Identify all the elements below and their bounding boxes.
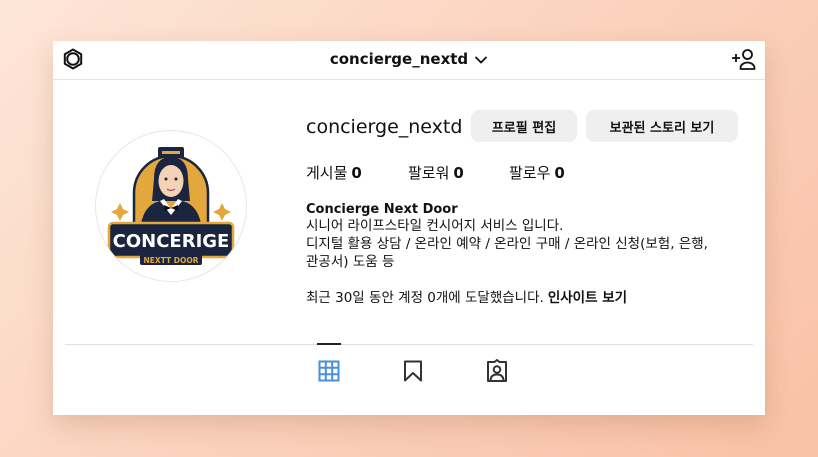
header-username: concierge_nextd [329,50,469,68]
stat-value: 0 [351,164,362,182]
tabs-divider [65,344,753,345]
bookmark-icon[interactable] [401,359,425,383]
bio-name: Concierge Next Door [306,202,458,217]
concierge-logo: CONCERIGE NEXTT DOOR [107,147,235,265]
stat-value: 0 [453,164,464,182]
bio-text: 시니어 라이프스타일 컨시어지 서비스 입니다. 디지털 활용 상담 / 온라인… [306,218,708,270]
stat-posts: 게시물 0 [306,162,362,183]
stat-label: 게시물 [306,164,348,182]
active-tab-indicator [317,343,341,345]
stat-followers[interactable]: 팔로워 0 [408,162,464,183]
profile-avatar[interactable]: CONCERIGE NEXTT DOOR [95,130,247,282]
profile-card: concierge_nextd CONCERIGE NEXTT DOOR con… [53,41,765,415]
stat-label: 팔로워 [408,164,450,182]
tagged-person-icon[interactable] [485,359,509,383]
insight-link[interactable]: 인사이트 보기 [548,290,627,306]
add-user-icon[interactable] [731,47,757,71]
stat-value: 0 [554,164,565,182]
stat-label: 팔로우 [509,164,551,182]
profile-username: concierge_nextd [306,116,463,138]
svg-text:NEXTT DOOR: NEXTT DOOR [144,256,199,265]
chevron-down-icon[interactable] [474,51,488,69]
grid-icon[interactable] [317,359,341,383]
stat-following[interactable]: 팔로우 0 [509,162,565,183]
top-bar: concierge_nextd [53,41,765,80]
archived-stories-button[interactable]: 보관된 스토리 보기 [586,110,738,142]
insight-line: 최근 30일 동안 계정 0개에 도달했습니다. 인사이트 보기 [306,286,627,306]
svg-text:CONCERIGE: CONCERIGE [113,231,230,252]
edit-profile-button[interactable]: 프로필 편집 [471,110,577,142]
account-switcher[interactable]: concierge_nextd [53,50,765,69]
insight-text: 최근 30일 동안 계정 0개에 도달했습니다. [306,290,544,306]
